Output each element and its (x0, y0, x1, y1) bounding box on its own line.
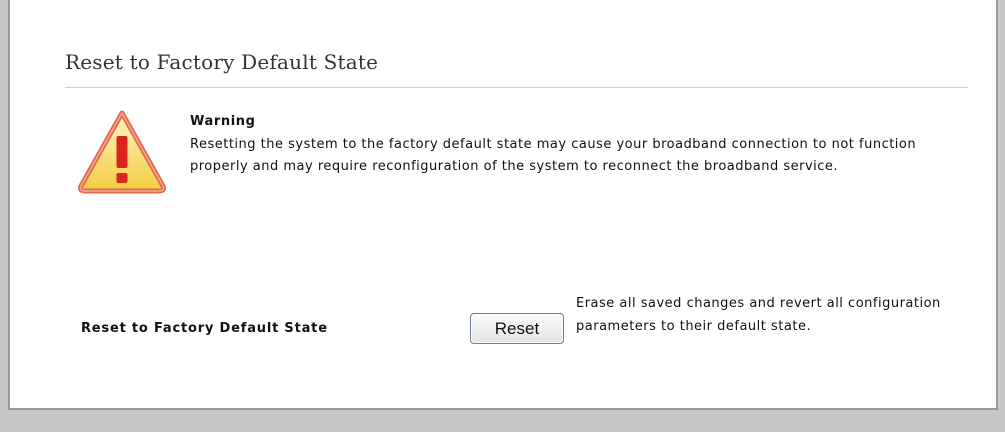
title-divider (65, 87, 968, 88)
warning-heading: Warning (190, 114, 256, 129)
warning-text: Resetting the system to the factory defa… (190, 137, 917, 174)
content-panel: Reset to Factory Default State Warning R… (8, 0, 998, 410)
section-title: Reset to Factory Default State (65, 50, 379, 74)
warning-triangle-icon (77, 108, 167, 194)
page-background: Reset to Factory Default State Warning R… (0, 0, 1005, 432)
reset-label: Reset to Factory Default State (81, 321, 328, 336)
reset-description: Erase all saved changes and revert all c… (576, 296, 941, 334)
reset-button[interactable]: Reset (470, 313, 564, 344)
